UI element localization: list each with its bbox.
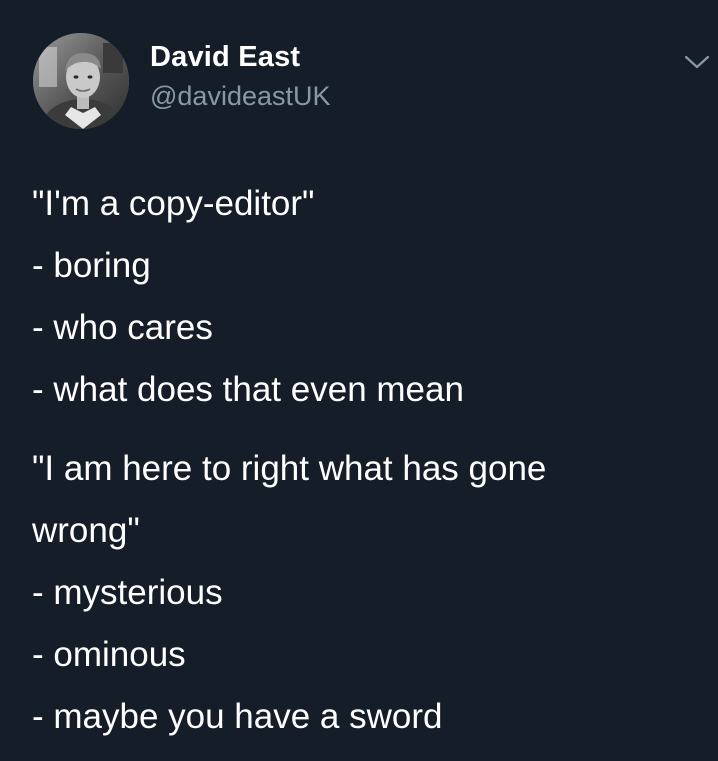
user-handle[interactable]: @davideastUK (150, 81, 331, 112)
display-name[interactable]: David East (150, 41, 300, 74)
tweet-line: - what does that even mean (32, 370, 464, 409)
tweet-line: wrong" (32, 511, 140, 550)
tweet-line: - maybe you have a sword (32, 697, 443, 736)
tweet-line: - mysterious (32, 573, 223, 612)
tweet-line: "I'm a copy-editor" (32, 184, 315, 223)
tweet-card: David East @davideastUK "I'm a copy-edit… (0, 0, 718, 761)
tweet-line: - who cares (32, 308, 213, 347)
tweet-line: "I am here to right what has gone (32, 449, 547, 488)
tweet-header: David East @davideastUK (0, 0, 718, 140)
avatar[interactable] (33, 33, 129, 129)
tweet-line: - boring (32, 246, 151, 285)
chevron-down-icon[interactable] (682, 52, 712, 72)
profile-photo (33, 33, 129, 129)
tweet-line: - ominous (32, 635, 186, 674)
